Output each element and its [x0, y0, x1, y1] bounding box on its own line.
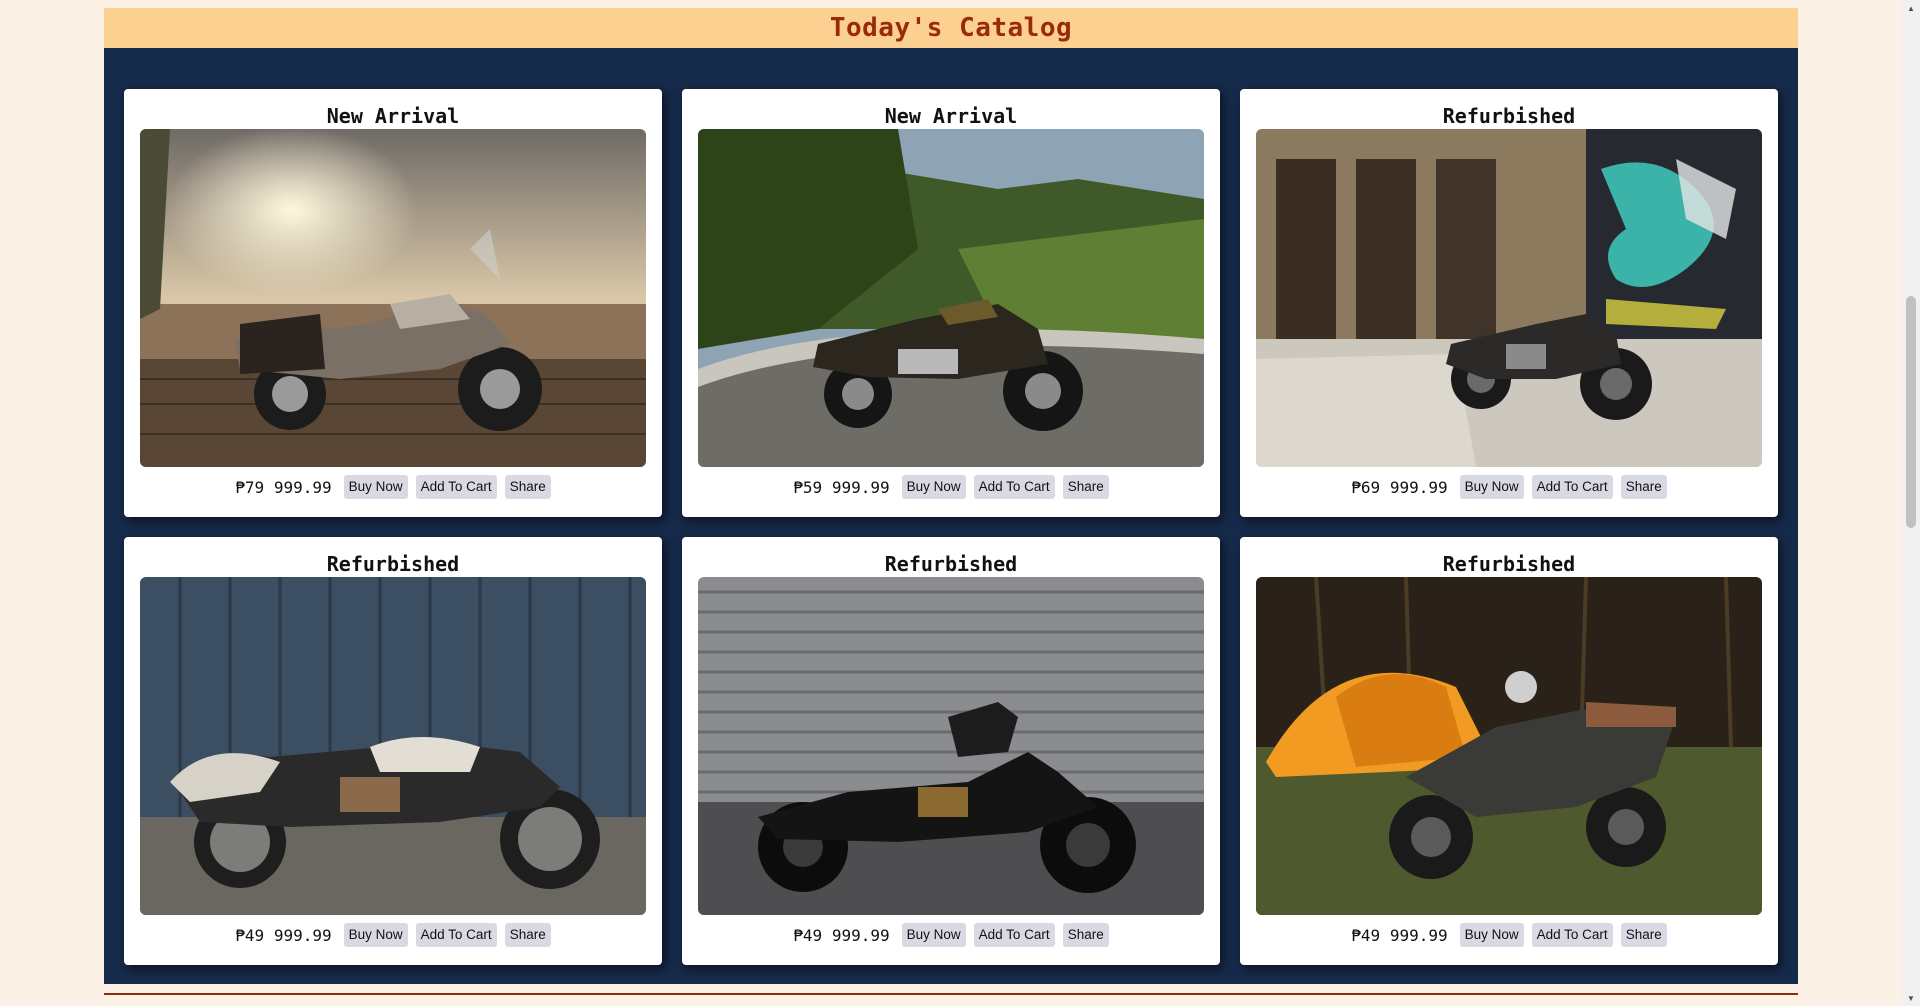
share-button[interactable]: Share: [1062, 475, 1109, 499]
add-to-cart-button[interactable]: Add To Cart: [415, 475, 497, 499]
share-button[interactable]: Share: [1062, 923, 1109, 947]
product-card: Refurbished: [1240, 537, 1778, 965]
product-image[interactable]: [698, 129, 1204, 467]
catalog-header: Today's Catalog: [104, 8, 1798, 48]
motorcycle-icon: [140, 129, 646, 467]
product-price: ₱79 999.99: [235, 477, 332, 497]
product-price: ₱49 999.99: [235, 925, 332, 945]
product-tag: New Arrival: [326, 104, 460, 128]
product-price: ₱59 999.99: [793, 477, 890, 497]
share-button[interactable]: Share: [504, 475, 551, 499]
scroll-up-arrow-icon[interactable]: ▲: [1902, 0, 1920, 16]
add-to-cart-button[interactable]: Add To Cart: [415, 923, 497, 947]
scroll-down-arrow-icon[interactable]: ▼: [1902, 990, 1920, 1006]
product-card: New Arrival: [124, 89, 662, 517]
product-tag: Refurbished: [1442, 104, 1576, 128]
scrollbar-thumb[interactable]: [1906, 296, 1916, 528]
product-tag: New Arrival: [884, 104, 1018, 128]
add-to-cart-button[interactable]: Add To Cart: [973, 475, 1055, 499]
product-footer: ₱59 999.99 Buy Now Add To Cart Share: [682, 475, 1220, 499]
catalog-section: Today's Catalog New Arrival ₱79 999.99 B…: [104, 8, 1798, 984]
product-tag: Refurbished: [884, 552, 1018, 576]
product-grid: New Arrival ₱79 999.99 Buy Now Add To Ca…: [124, 89, 1778, 965]
product-footer: ₱49 999.99 Buy Now Add To Cart Share: [682, 923, 1220, 947]
motorcycle-icon: [1256, 577, 1762, 915]
add-to-cart-button[interactable]: Add To Cart: [1531, 475, 1613, 499]
product-tag: Refurbished: [326, 552, 460, 576]
product-image[interactable]: [1256, 577, 1762, 915]
product-price: ₱69 999.99: [1351, 477, 1448, 497]
product-card: Refurbished: [1240, 89, 1778, 517]
buy-now-button[interactable]: Buy Now: [1459, 923, 1524, 947]
buy-now-button[interactable]: Buy Now: [343, 923, 408, 947]
product-footer: ₱79 999.99 Buy Now Add To Cart Share: [124, 475, 662, 499]
add-to-cart-button[interactable]: Add To Cart: [1531, 923, 1613, 947]
product-footer: ₱49 999.99 Buy Now Add To Cart Share: [124, 923, 662, 947]
product-image[interactable]: [140, 577, 646, 915]
product-image[interactable]: [698, 577, 1204, 915]
catalog-title: Today's Catalog: [829, 13, 1073, 43]
motorcycle-icon: [1256, 129, 1762, 467]
share-button[interactable]: Share: [504, 923, 551, 947]
product-footer: ₱49 999.99 Buy Now Add To Cart Share: [1240, 923, 1778, 947]
product-tag: Refurbished: [1442, 552, 1576, 576]
motorcycle-icon: [698, 129, 1204, 467]
add-to-cart-button[interactable]: Add To Cart: [973, 923, 1055, 947]
share-button[interactable]: Share: [1620, 475, 1667, 499]
product-footer: ₱69 999.99 Buy Now Add To Cart Share: [1240, 475, 1778, 499]
product-price: ₱49 999.99: [793, 925, 890, 945]
section-divider: [104, 993, 1798, 995]
product-card: Refurbished: [124, 537, 662, 965]
product-card: New Arrival: [682, 89, 1220, 517]
product-image[interactable]: [1256, 129, 1762, 467]
motorcycle-icon: [140, 577, 646, 915]
buy-now-button[interactable]: Buy Now: [1459, 475, 1524, 499]
product-card: Refurbished: [682, 537, 1220, 965]
share-button[interactable]: Share: [1620, 923, 1667, 947]
buy-now-button[interactable]: Buy Now: [901, 923, 966, 947]
page-scrollbar[interactable]: ▲ ▼: [1902, 0, 1920, 1006]
product-price: ₱49 999.99: [1351, 925, 1448, 945]
buy-now-button[interactable]: Buy Now: [901, 475, 966, 499]
motorcycle-icon: [698, 577, 1204, 915]
product-image[interactable]: [140, 129, 646, 467]
buy-now-button[interactable]: Buy Now: [343, 475, 408, 499]
